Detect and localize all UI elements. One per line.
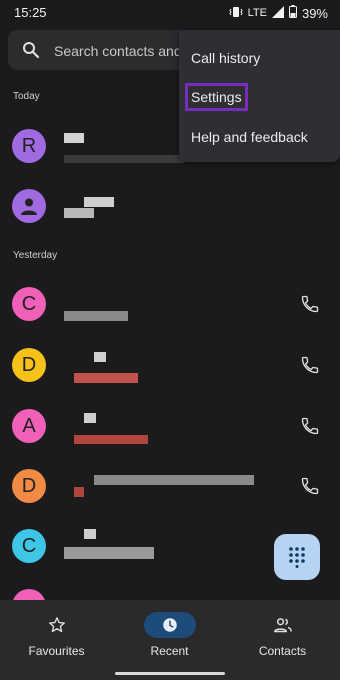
nav-contacts[interactable]: Contacts — [226, 612, 339, 658]
section-header-yesterday: Yesterday — [13, 250, 58, 261]
avatar: C — [12, 529, 46, 563]
redacted-name — [84, 529, 96, 539]
call-log-item[interactable]: D — [0, 455, 340, 517]
avatar: R — [12, 129, 46, 163]
redacted-details — [74, 373, 138, 383]
dialpad-icon — [289, 547, 305, 568]
nav-recent[interactable]: Recent — [113, 612, 226, 658]
nav-label: Favourites — [28, 644, 85, 658]
redacted-details — [74, 435, 148, 444]
phone-icon[interactable] — [300, 416, 320, 441]
redacted-name — [64, 311, 128, 321]
call-log-item[interactable] — [0, 175, 340, 237]
phone-icon[interactable] — [300, 355, 320, 380]
redacted-name — [94, 352, 106, 362]
redacted-details — [64, 547, 154, 559]
search-icon — [22, 41, 40, 64]
redacted-details — [74, 487, 84, 497]
avatar: A — [12, 409, 46, 443]
dialpad-button[interactable] — [274, 534, 320, 580]
redacted-details — [64, 155, 184, 163]
menu-item-help-and-feedback[interactable]: Help and feedback — [191, 129, 308, 145]
battery-percent: 39% — [301, 5, 328, 21]
overflow-menu: Call history Settings Help and feedback — [179, 30, 340, 162]
nav-favourites[interactable]: Favourites — [0, 612, 113, 658]
star-icon — [0, 612, 113, 638]
status-time: 15:25 — [14, 5, 47, 20]
nav-label: Contacts — [258, 644, 307, 658]
redacted-details — [64, 208, 94, 218]
redacted-name — [64, 133, 84, 143]
signal-icon — [271, 5, 284, 21]
gesture-handle — [115, 672, 225, 675]
bottom-navigation: Favourites Recent Contacts — [0, 600, 340, 680]
section-header-today: Today — [13, 91, 40, 102]
redacted-name — [84, 197, 114, 207]
call-log-item[interactable]: C — [0, 273, 340, 335]
menu-item-call-history[interactable]: Call history — [191, 50, 260, 66]
redacted-name — [94, 475, 254, 485]
avatar: D — [12, 348, 46, 382]
person-icon — [21, 198, 37, 215]
call-log-item[interactable]: A — [0, 395, 340, 457]
avatar: C — [12, 287, 46, 321]
status-bar: 15:25 LTE 39% — [0, 0, 340, 26]
menu-item-settings[interactable]: Settings — [185, 83, 248, 111]
phone-icon[interactable] — [300, 294, 320, 319]
phone-icon[interactable] — [300, 476, 320, 501]
contacts-icon — [226, 612, 339, 638]
call-log-item[interactable]: D — [0, 334, 340, 396]
vibrate-icon — [229, 6, 243, 21]
network-type: LTE — [247, 7, 267, 19]
redacted-name — [84, 413, 96, 423]
avatar: D — [12, 469, 46, 503]
battery-icon — [288, 5, 297, 21]
nav-label: Recent — [150, 644, 189, 658]
avatar — [12, 189, 46, 223]
clock-icon — [143, 612, 196, 638]
